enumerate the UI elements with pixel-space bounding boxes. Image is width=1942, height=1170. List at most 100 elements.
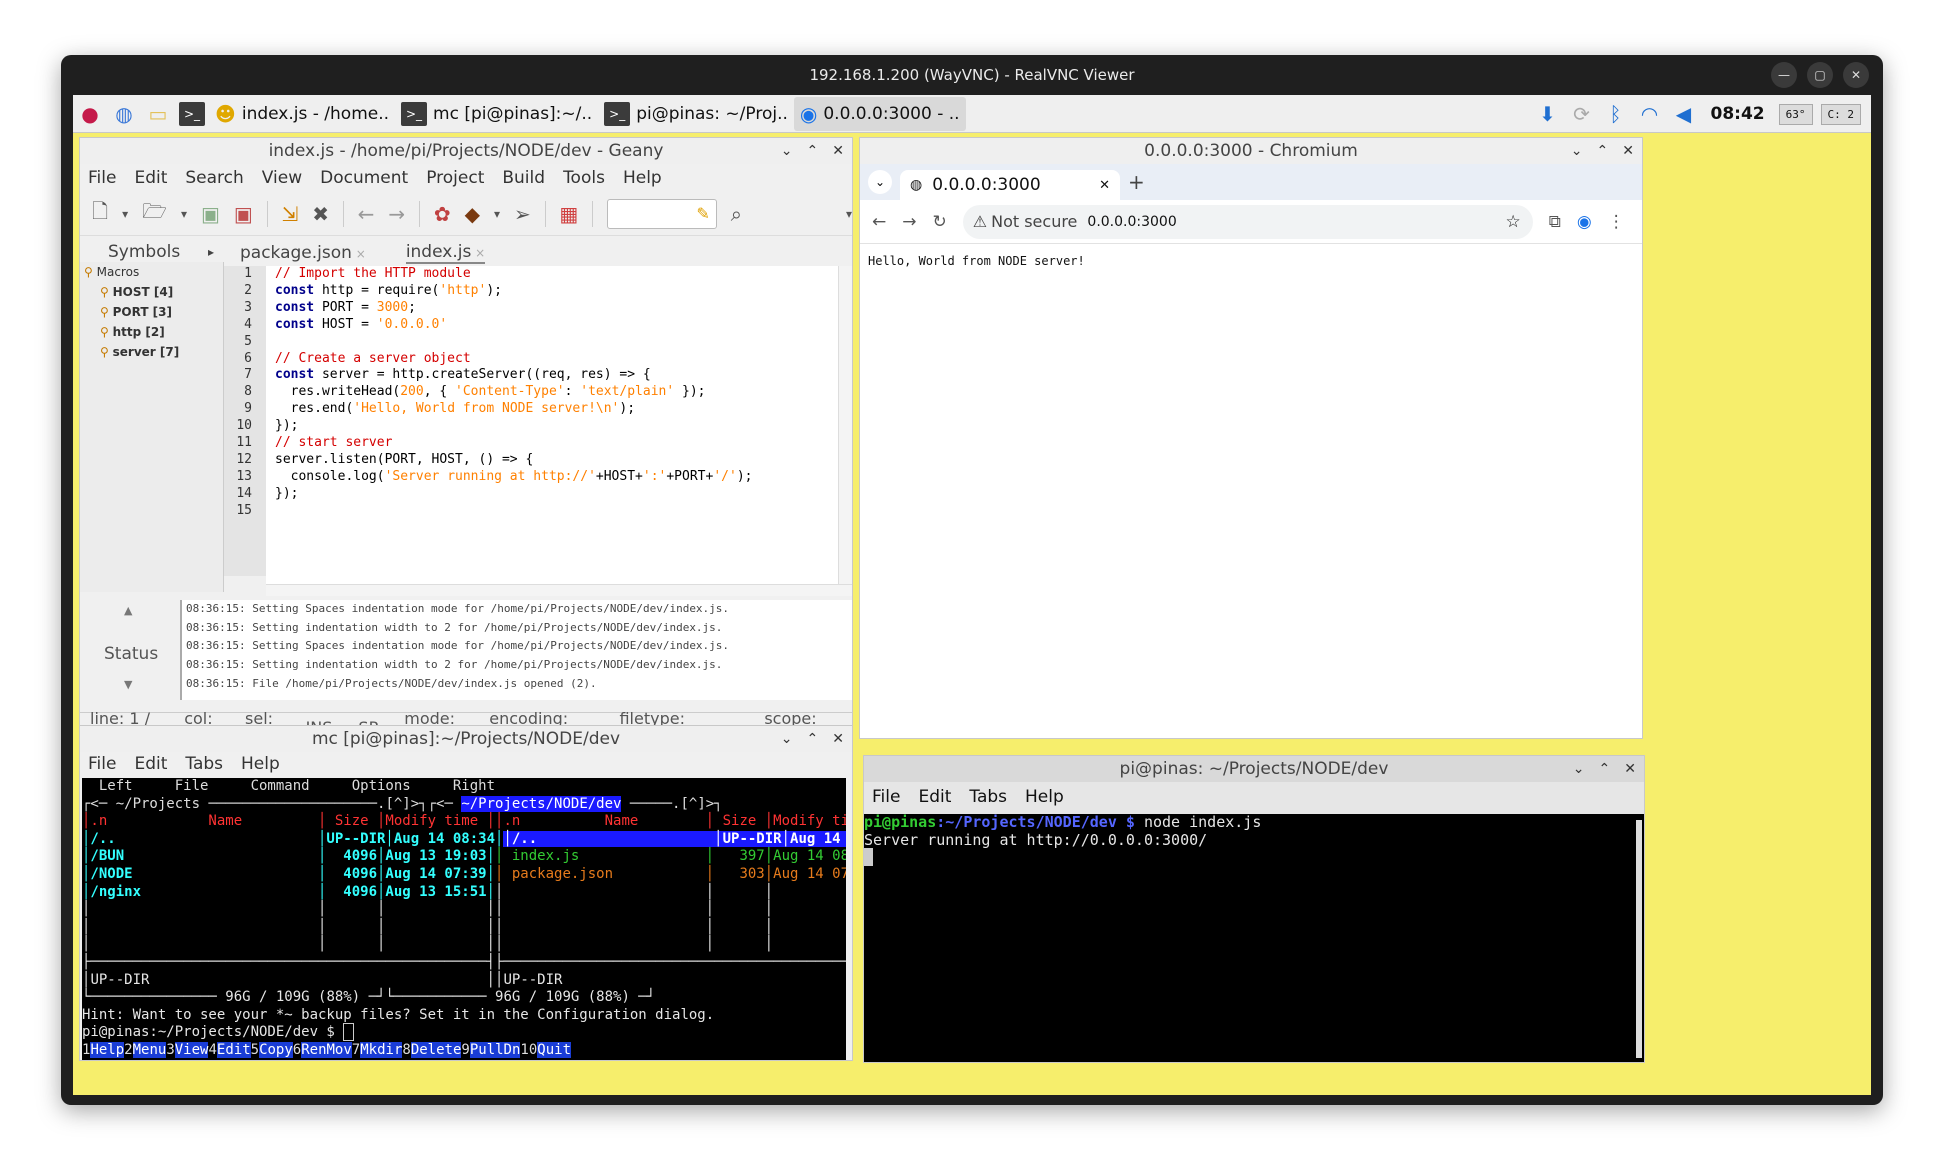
menu-file[interactable]: File [88,168,116,188]
menu-tabs[interactable]: Tabs [185,754,223,774]
menu-search[interactable]: Search [185,168,243,188]
tab-index-js[interactable]: index.js × [405,242,486,264]
fkey-view[interactable]: 3View [166,1041,209,1060]
fkey-pulldn[interactable]: 9PullDn [461,1041,521,1060]
fkey-menu[interactable]: 2Menu [124,1041,167,1060]
chevron-up-icon[interactable]: ▲ [124,604,132,617]
browser-launcher-icon[interactable]: ◍ [111,101,137,127]
warning-icon[interactable]: ⚠ Not secure [973,212,1078,231]
close-button[interactable]: ✕ [1843,62,1869,88]
close-file-icon[interactable]: ✖ [312,202,329,226]
clear-icon[interactable]: ✎ [696,204,709,223]
task-mc[interactable]: >_ mc [pi@pinas]:~/.. [395,97,598,131]
chevron-down-icon[interactable]: ⌄ [781,143,793,159]
terminal-launcher-icon[interactable]: >_ [179,101,205,127]
forward-arrow-icon[interactable]: → [388,202,405,226]
extensions-icon[interactable]: ⧉ [1549,212,1561,232]
terminal-scrollbar[interactable] [1636,820,1642,1058]
chevron-down-icon[interactable]: ▾ [181,207,187,221]
browser-tab[interactable]: ◍ 0.0.0.0:3000 ✕ [900,170,1120,200]
compile-icon[interactable]: ✿ [434,202,451,226]
tab-package-json[interactable]: package.json × [240,243,366,263]
terminal-output[interactable]: pi@pinas:~/Projects/NODE/dev $ node inde… [864,813,1644,1062]
open-file-icon[interactable]: 🗁 [142,197,167,231]
status-panel-label[interactable]: Status [104,644,158,664]
back-arrow-icon[interactable]: ← [358,202,375,226]
new-file-icon[interactable]: 🗋 [92,197,108,231]
menu-view[interactable]: View [262,168,302,188]
close-icon[interactable]: ✕ [1624,761,1636,777]
wifi-icon[interactable]: ◠ [1637,101,1663,127]
chevron-down-icon[interactable]: ⌄ [781,731,793,747]
volume-icon[interactable]: ◀ [1671,101,1697,127]
fkey-delete[interactable]: 8Delete [402,1041,462,1060]
menu-help[interactable]: Help [1025,787,1064,807]
close-icon[interactable]: × [471,246,485,260]
menu-help[interactable]: Help [241,754,280,774]
profile-icon[interactable]: ◉ [1577,212,1592,232]
minimize-button[interactable]: — [1771,62,1797,88]
symbol-server[interactable]: ⚲ server [7] [80,342,223,362]
menu-tools[interactable]: Tools [563,168,605,188]
menu-build[interactable]: Build [502,168,545,188]
forward-icon[interactable]: → [902,212,916,232]
close-icon[interactable]: × [352,247,366,261]
mc-top-menu[interactable]: Left File Command Options Right [82,778,846,796]
close-icon[interactable]: ✕ [1622,143,1634,159]
close-icon[interactable]: ✕ [832,143,844,159]
chevron-up-icon[interactable]: ⌃ [1599,761,1611,777]
sync-icon[interactable]: ⟳ [1569,101,1595,127]
address-bar[interactable]: ⚠ Not secure 0.0.0.0:3000 ☆ [962,204,1533,239]
close-icon[interactable]: ✕ [832,731,844,747]
new-tab-icon[interactable]: + [1128,170,1145,194]
run-icon[interactable]: ➢ [514,202,531,226]
raspberry-menu-icon[interactable]: ● [77,101,103,127]
chevron-up-icon[interactable]: ⌃ [807,143,819,159]
menu-project[interactable]: Project [426,168,484,188]
build-icon[interactable]: ◆ [465,202,480,226]
toolbar-search-input[interactable]: ✎ [606,198,717,229]
chevron-down-icon[interactable]: ▼ [124,678,132,691]
task-geany[interactable]: ☻ index.js - /home.. [209,97,395,131]
menu-edit[interactable]: Edit [134,168,167,188]
fkey-copy[interactable]: 5Copy [251,1041,293,1060]
fkey-renmov[interactable]: 6RenMov [293,1041,352,1060]
symbol-http[interactable]: ⚲ http [2] [80,322,223,342]
revert-icon[interactable]: ⇲ [281,202,298,226]
file-manager-icon[interactable]: ▭ [145,101,171,127]
fkey-mkdir[interactable]: 7Mkdir [352,1041,403,1060]
symbol-host[interactable]: ⚲ HOST [4] [80,282,223,302]
bookmark-star-icon[interactable]: ☆ [1506,212,1521,232]
kebab-menu-icon[interactable]: ⋮ [1608,212,1625,232]
menu-help[interactable]: Help [623,168,662,188]
vertical-scrollbar[interactable] [838,266,852,584]
chevron-down-icon[interactable]: ▾ [494,207,500,221]
menu-edit[interactable]: Edit [918,787,951,807]
menu-document[interactable]: Document [320,168,408,188]
symbol-port[interactable]: ⚲ PORT [3] [80,302,223,322]
close-tab-icon[interactable]: ✕ [1099,178,1110,193]
fkey-quit[interactable]: 10Quit [520,1041,571,1060]
chevron-up-icon[interactable]: ⌃ [1597,143,1609,159]
chevron-down-icon[interactable]: ⌄ [1573,761,1585,777]
symbol-group-macros[interactable]: ⚲ Macros [80,262,223,282]
menu-edit[interactable]: Edit [134,754,167,774]
mc-terminal[interactable]: Left File Command Options Right ┌<─ ~/Pro… [82,778,846,1060]
chevron-down-icon[interactable]: ▾ [122,207,128,221]
toolbar-overflow-icon[interactable]: ▾ [846,207,852,221]
code-editor[interactable]: // Import the HTTP module const http = r… [275,266,845,576]
horizontal-scrollbar[interactable] [266,584,852,596]
clock[interactable]: 08:42 [1711,104,1765,124]
tab-search-icon[interactable]: ⌄ [868,170,892,194]
search-icon[interactable]: ⌕ [731,202,742,226]
menu-tabs[interactable]: Tabs [969,787,1007,807]
download-icon[interactable]: ⬇ [1535,101,1561,127]
chevron-down-icon[interactable]: ⌄ [1571,143,1583,159]
chevron-up-icon[interactable]: ⌃ [807,731,819,747]
save-all-icon[interactable]: ▣ [234,202,253,226]
back-icon[interactable]: ← [872,212,886,232]
color-chooser-icon[interactable]: ▦ [559,202,578,226]
fkey-help[interactable]: 1Help [82,1041,125,1060]
task-chromium[interactable]: ◉ 0.0.0.0:3000 - .. [793,96,966,131]
menu-file[interactable]: File [872,787,900,807]
